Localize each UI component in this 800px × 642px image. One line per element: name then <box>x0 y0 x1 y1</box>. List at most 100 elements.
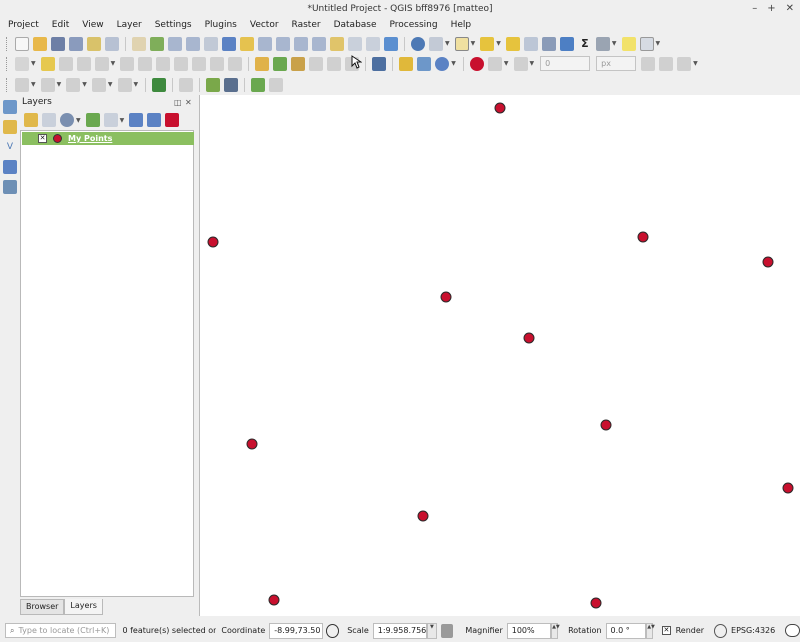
menu-vector[interactable]: Vector <box>250 20 279 30</box>
render-checkbox[interactable]: ✕ <box>662 626 671 635</box>
close-panel-icon[interactable]: ✕ <box>185 98 192 107</box>
map-tips-icon[interactable] <box>621 36 636 51</box>
menu-layer[interactable]: Layer <box>117 20 142 30</box>
chevron-down-icon[interactable]: ▼ <box>120 117 125 124</box>
label-tool-icon[interactable] <box>255 56 270 71</box>
save-project-icon[interactable] <box>51 36 65 51</box>
map-point[interactable] <box>782 482 794 494</box>
locator-bar[interactable]: ⌕ Type to locate (Ctrl+K) <box>5 623 117 638</box>
add-virtual-layer-icon[interactable]: V <box>3 140 17 154</box>
filter-legend-icon[interactable] <box>85 113 100 127</box>
add-polygon-icon[interactable] <box>91 77 106 92</box>
refresh-icon[interactable] <box>384 36 398 51</box>
offset-curve-icon[interactable] <box>513 56 528 71</box>
chevron-down-icon[interactable]: ▼ <box>31 60 36 67</box>
delete-selected-icon[interactable] <box>138 56 153 71</box>
map-point[interactable] <box>207 236 219 248</box>
map-point[interactable] <box>417 510 429 522</box>
chevron-down-icon[interactable]: ▼ <box>31 81 36 88</box>
add-delimited-text-icon[interactable] <box>3 160 17 174</box>
measure-line-icon[interactable] <box>179 77 194 92</box>
filter-expression-icon[interactable] <box>103 113 118 127</box>
maximize-icon[interactable]: + <box>767 0 775 18</box>
zoom-rubberband-icon[interactable] <box>204 36 218 51</box>
selection-filter-icon[interactable] <box>659 56 674 71</box>
globe-icon[interactable] <box>714 623 728 638</box>
zoom-layer-icon[interactable] <box>258 36 272 51</box>
map-point[interactable] <box>494 102 506 114</box>
toggle-extents-icon[interactable] <box>326 623 340 638</box>
pan-to-selection-icon[interactable] <box>150 36 164 51</box>
current-edits-icon[interactable] <box>15 56 29 71</box>
clear-filter-icon[interactable] <box>677 56 692 71</box>
menu-settings[interactable]: Settings <box>155 20 192 30</box>
modify-attributes-icon[interactable] <box>120 56 135 71</box>
expand-all-icon[interactable] <box>129 113 144 127</box>
zoom-selection-icon[interactable] <box>240 36 254 51</box>
style-layer-icon[interactable] <box>24 113 38 127</box>
zoom-full-icon[interactable] <box>222 36 236 51</box>
vertex-marker-icon[interactable] <box>469 56 484 71</box>
annotation-icon[interactable] <box>639 36 654 51</box>
pin-labels-icon[interactable] <box>273 56 288 71</box>
chevron-down-icon[interactable]: ▼ <box>82 81 87 88</box>
sync-icon[interactable] <box>435 56 450 71</box>
redo-icon[interactable] <box>228 56 243 71</box>
lock-scale-icon[interactable] <box>440 623 454 638</box>
scale-dropdown-icon[interactable]: ▼ <box>427 622 437 639</box>
chevron-down-icon[interactable]: ▼ <box>504 60 509 67</box>
layer-row[interactable]: ✕ My Points <box>22 132 194 145</box>
add-ellipse-icon[interactable] <box>40 77 55 92</box>
select-by-value-icon[interactable] <box>480 36 495 51</box>
magnifier-spin-icon[interactable]: ▲▼ <box>551 622 560 639</box>
advanced-digitizing-icon[interactable] <box>487 56 502 71</box>
chevron-down-icon[interactable]: ▼ <box>134 81 139 88</box>
toolbar-grip[interactable] <box>6 56 9 71</box>
menu-view[interactable]: View <box>82 20 103 30</box>
chevron-down-icon[interactable]: ▼ <box>57 81 62 88</box>
georeferencer-icon[interactable] <box>224 77 239 92</box>
collapse-all-icon[interactable] <box>147 113 162 127</box>
zoom-last-icon[interactable] <box>294 36 308 51</box>
paste-features-icon[interactable] <box>192 56 207 71</box>
save-as-icon[interactable] <box>69 36 83 51</box>
toolbar-grip[interactable] <box>6 77 9 92</box>
chevron-down-icon[interactable]: ▼ <box>111 60 116 67</box>
close-icon[interactable]: ✕ <box>786 0 794 18</box>
chevron-down-icon[interactable]: ▼ <box>496 40 501 47</box>
new-3d-view-icon[interactable] <box>348 36 362 51</box>
open-project-icon[interactable] <box>33 36 47 51</box>
add-database-layer-icon[interactable] <box>3 180 17 194</box>
chevron-down-icon[interactable]: ▼ <box>108 81 113 88</box>
field-calculator-icon[interactable] <box>541 36 556 51</box>
layer-name[interactable]: My Points <box>68 134 112 143</box>
menu-project[interactable]: Project <box>8 20 39 30</box>
map-point[interactable] <box>590 597 602 609</box>
add-vector-layer-icon[interactable] <box>3 120 17 134</box>
statistical-summary-icon[interactable]: Σ <box>578 37 592 51</box>
add-arc-icon[interactable] <box>117 77 132 92</box>
tab-browser[interactable]: Browser <box>20 599 65 615</box>
identify-icon[interactable] <box>411 36 425 51</box>
menu-database[interactable]: Database <box>334 20 377 30</box>
zoom-next-icon[interactable] <box>312 36 326 51</box>
filter-icon[interactable] <box>641 56 656 71</box>
toggle-editing-icon[interactable] <box>40 56 55 71</box>
map-point[interactable] <box>268 594 280 606</box>
new-project-icon[interactable] <box>15 36 29 51</box>
snapping-icon[interactable] <box>152 77 167 92</box>
toolbar-grip[interactable] <box>6 36 9 51</box>
map-point[interactable] <box>762 256 774 268</box>
pan-icon[interactable] <box>132 36 146 51</box>
rotation-spin-icon[interactable]: ▲▼ <box>646 622 655 639</box>
map-point[interactable] <box>600 419 612 431</box>
show-hide-labels-icon[interactable] <box>291 56 306 71</box>
rotate-label-icon[interactable] <box>327 56 342 71</box>
actions-icon[interactable] <box>429 36 443 51</box>
select-features-icon[interactable] <box>454 36 469 51</box>
undock-icon[interactable]: ◫ <box>174 98 182 107</box>
coordinate-field[interactable]: -8.99,73.50 <box>269 622 324 639</box>
chevron-down-icon[interactable]: ▼ <box>656 40 661 47</box>
measure-icon[interactable] <box>595 36 610 51</box>
layer-visibility-checkbox[interactable]: ✕ <box>38 134 47 143</box>
